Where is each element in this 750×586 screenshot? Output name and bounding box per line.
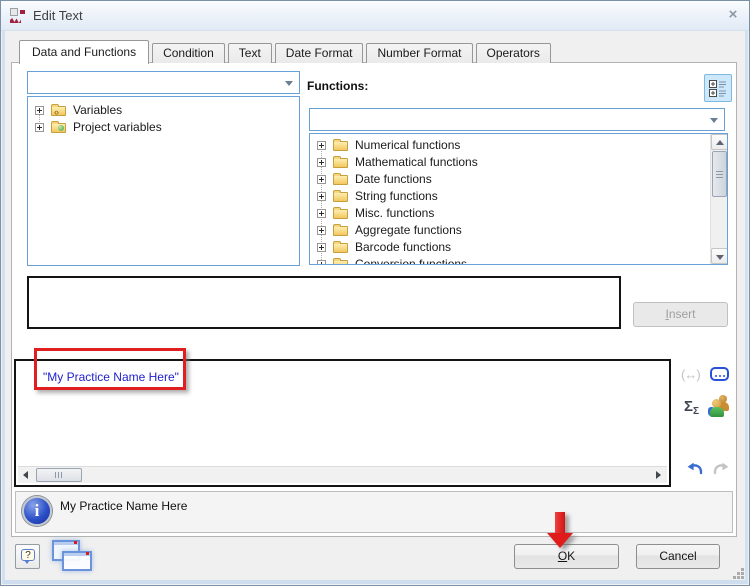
- close-icon[interactable]: ×: [723, 6, 743, 24]
- tree-item-function-category[interactable]: Barcode functions: [310, 239, 727, 256]
- functions-filter-combo[interactable]: [309, 108, 725, 131]
- tree-item-function-category[interactable]: String functions: [310, 188, 727, 205]
- function-description-box: [27, 276, 621, 329]
- red-arrow-annotation: [546, 512, 574, 550]
- variables-people-icon[interactable]: [708, 395, 730, 419]
- chevron-down-icon[interactable]: [710, 118, 718, 123]
- expand-plus-icon[interactable]: [317, 209, 326, 218]
- functions-filter-value: [315, 112, 702, 128]
- tab-text[interactable]: Text: [228, 43, 272, 63]
- tab-date-format[interactable]: Date Format: [275, 43, 364, 63]
- expand-plus-icon[interactable]: [317, 260, 326, 265]
- tab-operators[interactable]: Operators: [476, 43, 551, 63]
- expand-plus-icon[interactable]: [317, 243, 326, 252]
- expand-plus-icon[interactable]: [317, 175, 326, 184]
- category-view-toggle-button[interactable]: [704, 74, 732, 102]
- preview-text: My Practice Name Here: [60, 499, 187, 513]
- sum-functions-icon[interactable]: ΣΣ: [684, 398, 699, 417]
- tree-item-function-category[interactable]: Date functions: [310, 171, 727, 188]
- tab-condition[interactable]: Condition: [152, 43, 225, 63]
- insert-button[interactable]: Insert: [633, 302, 728, 327]
- copy-windows-icon[interactable]: [48, 538, 94, 576]
- preview-panel: i My Practice Name Here: [15, 491, 733, 533]
- undo-icon[interactable]: [685, 459, 705, 477]
- scroll-up-button[interactable]: [711, 134, 728, 150]
- project-variables-folder-icon: [51, 123, 66, 133]
- info-icon: i: [22, 496, 52, 526]
- tree-item-function-category[interactable]: Mathematical functions: [310, 154, 727, 171]
- expand-plus-icon[interactable]: [317, 158, 326, 167]
- tab-number-format[interactable]: Number Format: [366, 43, 472, 63]
- redo-icon[interactable]: [711, 459, 731, 477]
- folder-icon: [333, 209, 348, 219]
- folder-icon: [333, 260, 348, 265]
- chevron-down-icon[interactable]: [285, 81, 293, 86]
- scrollbar-thumb[interactable]: [36, 468, 82, 482]
- scrollbar-thumb[interactable]: [712, 151, 727, 197]
- triangle-down-icon: [716, 255, 724, 260]
- scroll-right-button[interactable]: [650, 467, 667, 483]
- tab-data-and-functions[interactable]: Data and Functions: [19, 40, 149, 64]
- scroll-down-button[interactable]: [711, 248, 728, 264]
- triangle-up-icon: [716, 140, 724, 145]
- help-button[interactable]: ?: [15, 544, 40, 569]
- functions-label: Functions:: [307, 79, 368, 93]
- app-icon: [10, 8, 26, 24]
- title-bar[interactable]: Edit Text ×: [1, 1, 750, 31]
- folder-icon: [333, 226, 348, 236]
- help-icon: ?: [21, 549, 35, 561]
- field-mode-icon[interactable]: [710, 367, 729, 381]
- tab-strip: Data and Functions Condition Text Date F…: [19, 39, 551, 63]
- edit-text-dialog: Edit Text × Data and Functions Condition…: [0, 0, 750, 586]
- folder-icon: [333, 141, 348, 151]
- functions-tree[interactable]: Numerical functions Mathematical functio…: [309, 133, 728, 265]
- variables-folder-icon: [51, 106, 66, 116]
- expand-plus-icon[interactable]: [35, 123, 44, 132]
- editor-hscrollbar[interactable]: [18, 466, 667, 483]
- cancel-button[interactable]: Cancel: [636, 544, 720, 569]
- tree-item-function-category[interactable]: Numerical functions: [310, 137, 727, 154]
- folder-icon: [333, 243, 348, 253]
- functions-scrollbar[interactable]: [710, 134, 727, 264]
- expand-plus-icon[interactable]: [317, 141, 326, 150]
- expand-plus-icon[interactable]: [35, 106, 44, 115]
- tree-item-function-category[interactable]: Aggregate functions: [310, 222, 727, 239]
- resize-grip[interactable]: [732, 567, 745, 580]
- expand-plus-icon[interactable]: [317, 226, 326, 235]
- scroll-left-button[interactable]: [18, 467, 35, 483]
- tree-item-function-category[interactable]: Conversion functions: [310, 256, 727, 265]
- tree-item-variables[interactable]: Variables: [28, 102, 299, 119]
- word-wrap-icon[interactable]: (↔): [681, 367, 700, 382]
- variables-filter-combo[interactable]: [27, 71, 300, 94]
- category-view-icon: [709, 79, 727, 97]
- tree-item-project-variables[interactable]: Project variables: [28, 119, 299, 136]
- variables-tree[interactable]: Variables Project variables: [27, 96, 300, 266]
- triangle-right-icon: [656, 471, 661, 479]
- dialog-title: Edit Text: [33, 8, 83, 23]
- triangle-left-icon: [23, 471, 28, 479]
- variables-filter-value: [33, 75, 277, 91]
- folder-icon: [333, 175, 348, 185]
- red-annotation-box: [34, 348, 186, 390]
- expand-plus-icon[interactable]: [317, 192, 326, 201]
- folder-icon: [333, 192, 348, 202]
- folder-icon: [333, 158, 348, 168]
- tree-item-function-category[interactable]: Misc. functions: [310, 205, 727, 222]
